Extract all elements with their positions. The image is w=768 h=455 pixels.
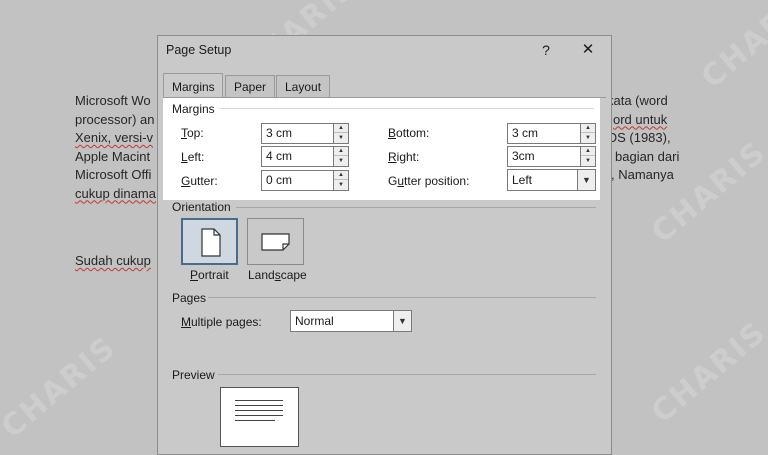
orientation-section-label: Orientation [172,200,231,214]
chevron-down-icon[interactable]: ▼ [393,311,411,331]
portrait-icon [201,228,221,257]
section-divider [219,108,594,109]
spin-up-icon[interactable]: ▲ [581,124,595,133]
label-text: ortrait [198,268,229,282]
label-text: utter: [190,174,218,188]
spin-down-icon[interactable]: ▼ [334,157,348,166]
doc-line-7: Sudah cukup [75,253,151,268]
access-key: R [388,150,397,164]
watermark: CHARIS [694,0,768,96]
portrait-button[interactable] [181,218,238,265]
label-text: cape [280,268,307,282]
gutter-input[interactable]: 0 cm ▲ ▼ [261,170,349,191]
preview-page [220,387,299,447]
preview-text-line [235,400,283,401]
tab-paper[interactable]: Paper [225,75,275,97]
gutter-label: Gutter: [181,174,218,188]
multiple-pages-value: Normal [295,314,334,328]
access-key: P [190,268,199,282]
gutter-spinner[interactable]: ▲ ▼ [333,170,349,191]
spin-down-icon[interactable]: ▼ [581,157,595,166]
doc-line-1: Microsoft Wo [75,93,151,108]
preview-text-line [235,420,275,421]
bottom-margin-spinner[interactable]: ▲ ▼ [580,123,596,144]
spin-down-icon[interactable]: ▼ [334,181,348,190]
left-margin-input[interactable]: 4 cm ▲ ▼ [261,146,349,167]
close-button[interactable]: ✕ [576,40,600,60]
spin-up-icon[interactable]: ▲ [334,124,348,133]
section-divider [208,297,596,298]
left-margin-spinner[interactable]: ▲ ▼ [333,146,349,167]
margins-section-label: Margins [172,102,215,116]
label-text: Land [248,268,275,282]
doc-right-line-4: bagian dari [615,148,680,164]
preview-text-line [235,410,283,411]
doc-line-4: Apple Macint [75,148,151,164]
access-key: G [181,174,191,188]
section-divider [218,374,596,375]
label-text: ottom: [396,126,430,140]
doc-line-2: processor) an [75,111,155,127]
portrait-label: Portrait [190,268,229,282]
watermark: CHARIS [644,314,768,431]
doc-right-line-3: OS (1983), [607,130,671,145]
spin-up-icon[interactable]: ▲ [334,171,348,180]
chevron-down-icon[interactable]: ▼ [577,170,595,190]
access-key: M [181,315,191,329]
spin-down-icon[interactable]: ▼ [581,134,595,143]
label-text: ultiple pages: [191,315,262,329]
landscape-icon [261,233,290,251]
label-text: eft: [187,150,205,164]
preview-text-line [235,405,283,406]
label-text: G [388,174,398,188]
top-margin-value: 3 cm [266,126,293,140]
top-label: Top: [181,126,204,140]
label-text: tter position: [404,174,470,188]
doc-right-line-1: kata (word [607,93,668,108]
access-key: B [388,126,397,140]
doc-right-line-2: ord untuk [613,111,668,127]
spin-up-icon[interactable]: ▲ [334,147,348,156]
tab-margins[interactable]: Margins [163,73,223,97]
help-button[interactable]: ? [536,40,556,60]
right-margin-input[interactable]: 3cm ▲ ▼ [507,146,596,167]
preview-text-line [235,415,283,416]
preview-section-label: Preview [172,368,215,382]
multiple-pages-label: Multiple pages: [181,315,262,329]
dialog-title: Page Setup [166,43,232,57]
dialog-titlebar[interactable]: Page Setup ? ✕ [158,36,611,64]
doc-line-5: Microsoft Offi [75,167,152,182]
left-label: Left: [181,150,204,164]
bottom-margin-value: 3 cm [512,126,539,140]
spin-down-icon[interactable]: ▼ [334,134,348,143]
bottom-label: Bottom: [388,126,429,140]
section-divider [236,207,596,208]
tab-layout[interactable]: Layout [276,75,330,97]
gutter-position-label: Gutter position: [388,174,469,188]
gutter-position-value: Left [512,173,533,187]
landscape-button[interactable] [247,218,304,265]
doc-line-3: Xenix, versi-v [75,130,154,145]
top-margin-spinner[interactable]: ▲ ▼ [333,123,349,144]
watermark: CHARIS [0,329,124,446]
label-text: op: [187,126,204,140]
top-margin-input[interactable]: 3 cm ▲ ▼ [261,123,349,144]
access-key: L [181,150,188,164]
gutter-value: 0 cm [266,173,293,187]
doc-right-line-5: , Namanya [611,167,674,182]
right-label: Right: [388,150,419,164]
left-margin-value: 4 cm [266,149,293,163]
pages-section-label: Pages [172,291,207,305]
multiple-pages-select[interactable]: Normal ▼ [290,310,412,332]
spin-up-icon[interactable]: ▲ [581,147,595,156]
bottom-margin-input[interactable]: 3 cm ▲ ▼ [507,123,596,144]
doc-line-6: cukup dinama [75,185,156,201]
right-margin-value: 3cm [512,149,535,163]
gutter-position-select[interactable]: Left ▼ [507,169,596,191]
label-text: ight: [396,150,420,164]
landscape-label: Landscape [248,268,307,282]
right-margin-spinner[interactable]: ▲ ▼ [580,146,596,167]
